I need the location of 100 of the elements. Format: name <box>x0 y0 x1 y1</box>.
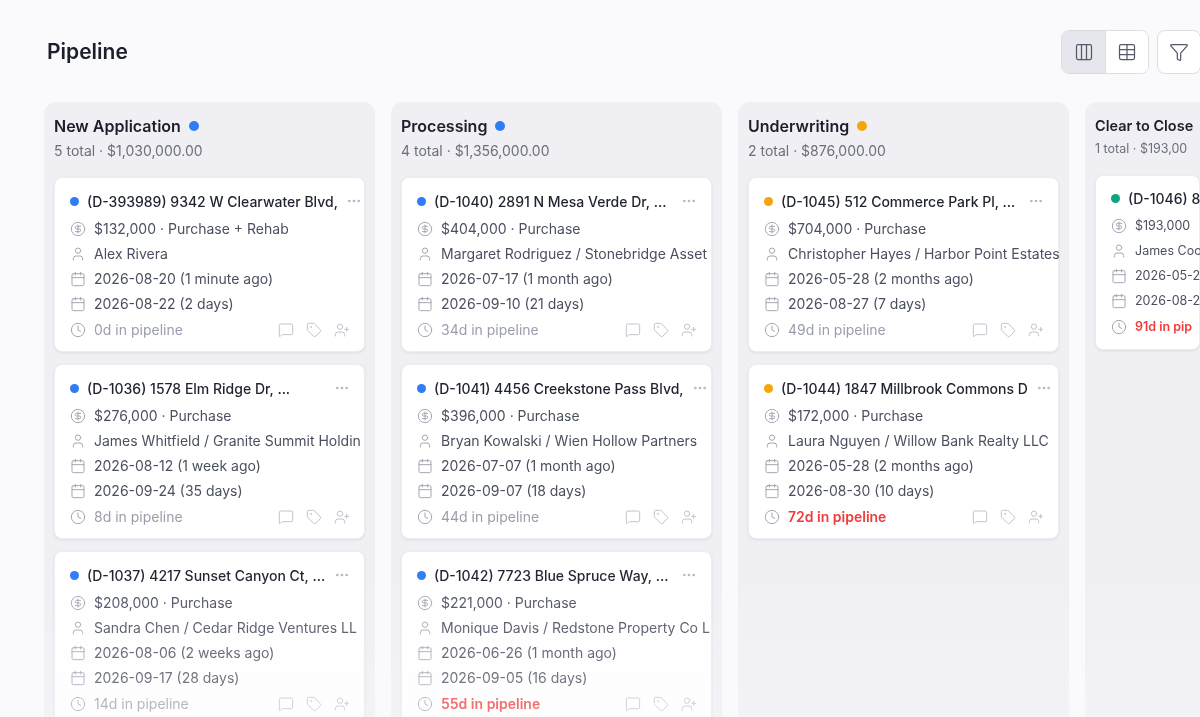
filter-button[interactable] <box>1157 30 1200 74</box>
card-detail: 2026-09-17 (28 days) <box>94 668 240 688</box>
calendar-icon <box>70 669 86 686</box>
add-person-icon[interactable] <box>1028 508 1044 525</box>
deal-card[interactable]: (D-1045) 512 Commerce Park Pl, ... $704,000 · Purchase Christopher Hayes / Harbor Point Estates 2026-05-28 (2 months ago) 2026-08-27 (7 days) 49d in pipeline <box>748 177 1059 352</box>
card-detail: 2026-08-27 (7 days) <box>788 294 927 314</box>
card-detail: 2026-08-30 (10 days) <box>788 481 935 501</box>
calendar-icon <box>764 482 780 499</box>
tag-icon[interactable] <box>653 695 669 712</box>
card-detail: $404,000 · Purchase <box>441 219 581 239</box>
card-detail: 2026-05-28 (2 months ago) <box>788 456 974 476</box>
clock-icon <box>70 695 86 712</box>
clock-icon <box>764 508 780 525</box>
clock-icon <box>70 508 86 525</box>
calendar-icon <box>70 270 86 287</box>
deal-card[interactable]: (D-1036) 1578 Elm Ridge Dr, ... $276,000 · Purchase James Whitfield / Granite Summit Holdin 2026-08-12 (1 week ago) 2026-09-24 (35 days) 8d in pipeline <box>54 364 365 539</box>
view-toggle-button[interactable] <box>1105 31 1148 73</box>
pipeline-age: 14d in pipeline <box>94 694 190 714</box>
comment-icon[interactable] <box>972 321 988 338</box>
person-icon <box>70 619 86 636</box>
card-detail: $221,000 · Purchase <box>441 593 577 613</box>
tag-icon[interactable] <box>306 695 322 712</box>
tag-icon[interactable] <box>1000 321 1016 338</box>
add-person-icon[interactable] <box>681 321 697 338</box>
person-icon <box>70 245 86 262</box>
add-person-icon[interactable] <box>1028 321 1044 338</box>
add-person-icon[interactable] <box>334 321 350 338</box>
card-detail: 2026-08-20 (1 minute ago) <box>94 269 274 289</box>
pipeline-age: 34d in pipeline <box>441 320 540 340</box>
clock-icon <box>417 695 433 712</box>
clock-icon <box>764 321 780 338</box>
clock-icon <box>1111 319 1127 336</box>
calendar-icon <box>70 482 86 499</box>
calendar-icon <box>417 482 433 499</box>
card-detail: 2026-05-28 (2 months ago) <box>788 269 974 289</box>
add-person-icon[interactable] <box>334 695 350 712</box>
calendar-icon <box>417 644 433 661</box>
calendar-icon <box>1111 268 1127 285</box>
calendar-icon <box>417 270 433 287</box>
comment-icon[interactable] <box>625 695 641 712</box>
dollar-icon <box>764 407 780 424</box>
calendar-icon <box>764 295 780 312</box>
deal-title: (D-1037) 4217 Sunset Canyon Ct, ... <box>87 565 326 586</box>
deal-card[interactable]: (D-1041) 4456 Creekstone Pass Blvd, $396,000 · Purchase Bryan Kowalski / Wien Hollow Partners 2026-07-07 (1 month ago) 2026-09-07 (18 days) 44d in pipeline <box>401 364 712 539</box>
pipeline-age: 72d in pipeline <box>788 507 888 527</box>
add-person-icon[interactable] <box>334 508 350 525</box>
tag-icon[interactable] <box>306 321 322 338</box>
tag-icon[interactable] <box>653 508 669 525</box>
card-detail: 2026-07-07 (1 month ago) <box>441 456 616 476</box>
comment-icon[interactable] <box>278 508 294 525</box>
card-detail: Margaret Rodriguez / Stonebridge Asset <box>441 244 707 264</box>
calendar-icon <box>417 295 433 312</box>
clock-icon <box>70 321 86 338</box>
pipeline-age: 8d in pipeline <box>94 507 184 527</box>
person-icon <box>417 619 433 636</box>
card-detail: 2026-06-26 (1 month ago) <box>441 643 617 663</box>
card-detail: Monique Davis / Redstone Property Co L <box>441 618 710 638</box>
dollar-icon <box>70 594 86 611</box>
card-detail: Laura Nguyen / Willow Bank Realty LLC <box>788 431 1049 451</box>
add-person-icon[interactable] <box>681 695 697 712</box>
column-summary: 5 total · $1,030,000.00 <box>54 141 203 161</box>
person-icon <box>764 432 780 449</box>
dollar-icon <box>417 594 433 611</box>
dollar-icon <box>70 220 86 237</box>
tag-icon[interactable] <box>1000 508 1016 525</box>
person-icon <box>70 432 86 449</box>
comment-icon[interactable] <box>625 321 641 338</box>
card-detail: 2026-09-24 (35 days) <box>94 481 243 501</box>
pipeline-age: 91d in pip <box>1135 317 1193 336</box>
tag-icon[interactable] <box>653 321 669 338</box>
deal-card[interactable]: (D-393989) 9342 W Clearwater Blvd, $132,000 · Purchase + Rehab Alex Rivera 2026-08-20 (1 minute ago) 2026-08-22 (2 days) 0d in pipeline <box>54 177 365 352</box>
dollar-icon <box>764 220 780 237</box>
column-summary: 1 total · $193,00 <box>1095 140 1188 158</box>
deal-title: (D-1046) 8 <box>1128 189 1200 210</box>
calendar-icon <box>417 669 433 686</box>
comment-icon[interactable] <box>972 508 988 525</box>
add-person-icon[interactable] <box>681 508 697 525</box>
deal-card[interactable]: (D-1040) 2891 N Mesa Verde Dr, ... $404,000 · Purchase Margaret Rodriguez / Stonebridge Asset 2026-07-17 (1 month ago) 2026-09-10 (21 days) 34d in pipeline <box>401 177 712 352</box>
card-detail: James Whitfield / Granite Summit Holdin <box>94 431 361 451</box>
card-detail: $396,000 · Purchase <box>441 406 580 426</box>
comment-icon[interactable] <box>625 508 641 525</box>
comment-icon[interactable] <box>278 321 294 338</box>
deal-card[interactable]: (D-1044) 1847 Millbrook Commons D $172,000 · Purchase Laura Nguyen / Willow Bank Realty LLC 2026-05-28 (2 months ago) 2026-08-30 (10 days) 72d in pipeline <box>748 364 1059 539</box>
dollar-icon <box>417 407 433 424</box>
deal-title: (D-1040) 2891 N Mesa Verde Dr, ... <box>434 191 668 212</box>
card-detail: 2026-09-10 (21 days) <box>441 294 585 314</box>
card-detail: $208,000 · Purchase <box>94 593 233 613</box>
columns-icon <box>1073 42 1094 62</box>
deal-card[interactable]: (D-1037) 4217 Sunset Canyon Ct, ... $208,000 · Purchase Sandra Chen / Cedar Ridge Ventures LL 2026-08-06 (2 weeks ago) 2026-09-17 (28 days) 14d in pipeline <box>54 551 365 717</box>
pipeline-age: 49d in pipeline <box>788 320 887 340</box>
column-summary: 2 total · $876,000.00 <box>748 141 886 161</box>
card-detail: 2026-05-2 <box>1135 266 1200 285</box>
column-title: Clear to Close <box>1095 116 1194 137</box>
tag-icon[interactable] <box>306 508 322 525</box>
deal-title: (D-393989) 9342 W Clearwater Blvd, <box>87 191 338 212</box>
view-toggle-button[interactable] <box>1062 31 1105 73</box>
card-detail: 2026-08-12 (1 week ago) <box>94 456 261 476</box>
comment-icon[interactable] <box>278 695 294 712</box>
page-title: Pipeline <box>47 38 128 67</box>
deal-card[interactable]: (D-1042) 7723 Blue Spruce Way, ... $221,000 · Purchase Monique Davis / Redstone Property Co L 2026-06-26 (1 month ago) 2026-09-05 (16 days) 55d in pipeline <box>401 551 712 717</box>
